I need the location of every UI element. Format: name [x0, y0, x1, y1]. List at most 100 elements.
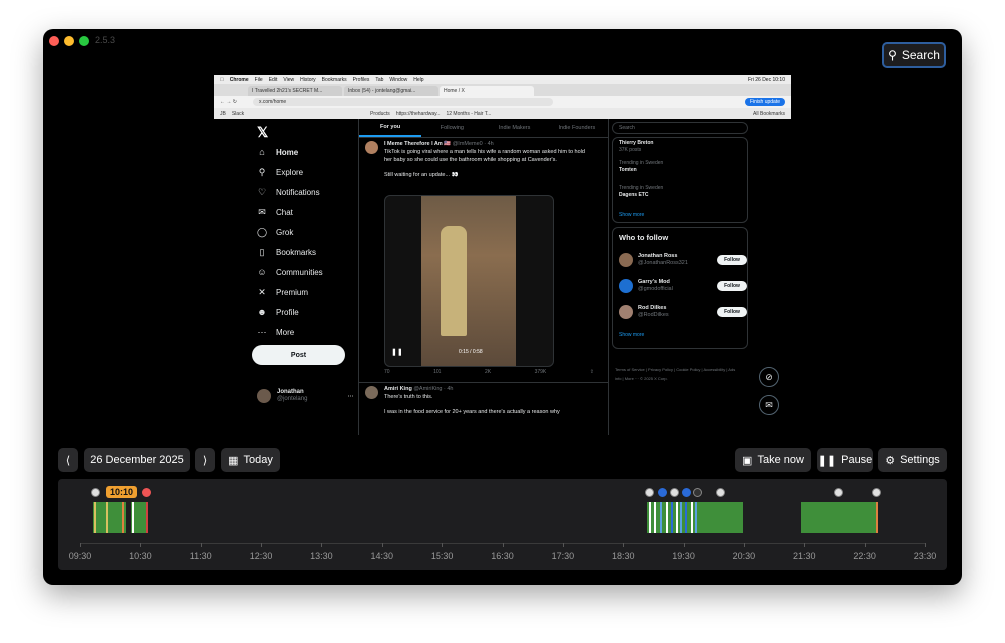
- x-nav-label: Profile: [276, 307, 299, 317]
- profile-icon: ☻: [257, 307, 267, 317]
- mail-icon: ✉: [759, 395, 779, 415]
- x-premium-icon: ✕: [258, 286, 266, 297]
- x-nav-label: Bookmarks: [276, 247, 317, 257]
- bookmark-icon: ▯: [259, 246, 265, 257]
- pause-icon: ❚❚: [817, 454, 837, 467]
- x-nav-communities: ☺ Communities: [257, 265, 323, 279]
- activity-stripe: [649, 502, 651, 533]
- activity-segment[interactable]: [801, 502, 878, 533]
- avatar: [619, 279, 633, 293]
- follow-button: Follow: [717, 255, 747, 265]
- x-nav-label: Notifications: [276, 187, 320, 197]
- x-nav-label: More: [276, 327, 295, 337]
- timeline-hour-label: 22:30: [853, 551, 876, 561]
- tweet: I Meme Therefore I Am 🇺🇸 @ImMeme0 · 4h T…: [359, 138, 608, 383]
- minimize-window-button[interactable]: [64, 36, 74, 46]
- timeline-tick: [442, 543, 444, 547]
- finish-update-button: Finish update: [744, 98, 785, 106]
- suggestion-display-name: Garry's Mod: [638, 279, 670, 285]
- x-nav-chat: ✉ Chat: [257, 205, 293, 219]
- repost-count: 101: [433, 369, 442, 375]
- app-icon: [872, 488, 881, 497]
- nav-arrows-icon: ← → ↻: [220, 99, 237, 105]
- timeline-tick: [80, 543, 81, 547]
- suggestion-handle: @JonathanRoss321: [638, 260, 688, 266]
- tweet-text: There's truth to this. I was in the food …: [384, 394, 594, 417]
- activity-stripe: [671, 502, 673, 533]
- video-time: 0:15 / 0:58: [459, 349, 483, 355]
- activity-stripe: [676, 502, 678, 533]
- tweet-video: ❚❚ 0:15 / 0:58: [384, 195, 554, 367]
- timeline-tick: [321, 543, 323, 547]
- calendar-icon: ▦: [228, 454, 239, 467]
- menubar-item: Profiles: [348, 76, 370, 83]
- date-picker[interactable]: 26 December 2025: [84, 448, 190, 472]
- activity-stripe: [685, 502, 687, 533]
- screenshot-preview[interactable]:  Chrome File Edit View History Bookmark…: [214, 75, 791, 435]
- tweet-header: I Meme Therefore I Am 🇺🇸 @ImMeme0 · 4h: [384, 141, 494, 147]
- timeline-hour-label: 16:30: [491, 551, 514, 561]
- timeline[interactable]: 10:10 09:30 10:30 11:30 12:30 13:30 14:30 15:3…: [58, 479, 947, 570]
- trend-item: Thierry Breton 37K posts: [619, 140, 653, 154]
- bookmark-item: JB: [220, 110, 226, 117]
- x-nav-explore: ⚲ Explore: [257, 165, 303, 179]
- previous-day-button[interactable]: ⟨: [58, 448, 78, 472]
- timeline-hour-label: 14:30: [370, 551, 394, 561]
- trend-name: Tomten: [619, 167, 637, 173]
- x-sidebar: 𝕏 ⌂ Home ⚲ Explore ♡ Notifications ✉ Chat ◯ G…: [214, 119, 359, 435]
- current-time-badge: 10:10: [106, 486, 138, 498]
- x-nav-premium: ✕ Premium: [257, 285, 308, 299]
- app-version: 2.5.3: [95, 35, 116, 45]
- next-day-button[interactable]: ⟩: [195, 448, 215, 472]
- menubar-item: Edit: [264, 76, 278, 83]
- tweet-text-line: There's truth to this.: [384, 394, 433, 400]
- timeline-tick: [381, 543, 383, 547]
- app-icon: [693, 488, 702, 497]
- activity-stripe: [146, 502, 148, 533]
- x-nav-home: ⌂ Home: [257, 145, 298, 159]
- feed-tab: Indie Makers: [498, 125, 531, 131]
- menubar-item: Bookmarks: [317, 76, 347, 83]
- browser-tab: I Travelled 2h21's SECRET M...: [248, 86, 342, 96]
- feed-tabs: For you Following Indie Makers Indie Fou…: [359, 119, 608, 138]
- trends-box: Thierry Breton 37K posts Trending in Swed…: [612, 137, 748, 223]
- bookmark-item: Slack: [231, 110, 245, 117]
- follow-suggestion: Jonathan Ross @JonathanRoss321 Follow: [619, 252, 747, 268]
- avatar: [257, 389, 271, 403]
- close-window-button[interactable]: [49, 36, 59, 46]
- trend-name: Thierry Breton: [619, 140, 654, 146]
- view-count: 379K: [534, 369, 547, 375]
- timeline-tick: [562, 543, 564, 547]
- bookmark-item: Products: [370, 110, 390, 117]
- tweet-text-line: I was in the food service for 20+ years …: [384, 409, 560, 415]
- timeline-hour-label: 11:30: [189, 551, 212, 561]
- feed-tab: Following: [440, 125, 464, 131]
- like-count: 2K: [484, 369, 492, 375]
- activity-stripe: [132, 502, 134, 533]
- activity-stripe: [654, 502, 656, 533]
- camera-icon: ▣: [742, 454, 753, 467]
- pause-button[interactable]: ❚❚ Pause: [817, 448, 873, 472]
- video-frame: [421, 196, 516, 366]
- zoom-window-button[interactable]: [79, 36, 89, 46]
- tweet-actions: 70 101 2K 379K ⇪: [384, 369, 594, 375]
- follow-button: Follow: [717, 281, 747, 291]
- tweet-text-line: TikTok is going viral where a man tells …: [384, 149, 585, 163]
- timeline-hour-label: 12:30: [249, 551, 273, 561]
- x-nav-label: Communities: [276, 267, 323, 277]
- tweet-text: TikTok is going viral where a man tells …: [384, 149, 594, 179]
- account-handle: @jontelang: [277, 396, 308, 402]
- app-icon: [834, 488, 843, 497]
- settings-button[interactable]: ⚙ Settings: [878, 448, 947, 472]
- take-now-button[interactable]: ▣ Take now: [735, 448, 811, 472]
- browser-tab: Inbox (54) - jontelang@gmai...: [344, 86, 438, 96]
- timeline-hour-label: 13:30: [310, 551, 333, 561]
- timeline-tick: [864, 543, 866, 547]
- timeline-tick: [925, 543, 926, 547]
- show-more-link: Show more: [619, 332, 645, 338]
- x-nav-bookmarks: ▯ Bookmarks: [257, 245, 317, 259]
- search-button[interactable]: ⚲ Search: [882, 42, 946, 68]
- today-button[interactable]: ▦ Today: [221, 448, 280, 472]
- menubar-item: History: [296, 76, 316, 83]
- suggestion-display-name: Rod Dilkes: [638, 305, 667, 311]
